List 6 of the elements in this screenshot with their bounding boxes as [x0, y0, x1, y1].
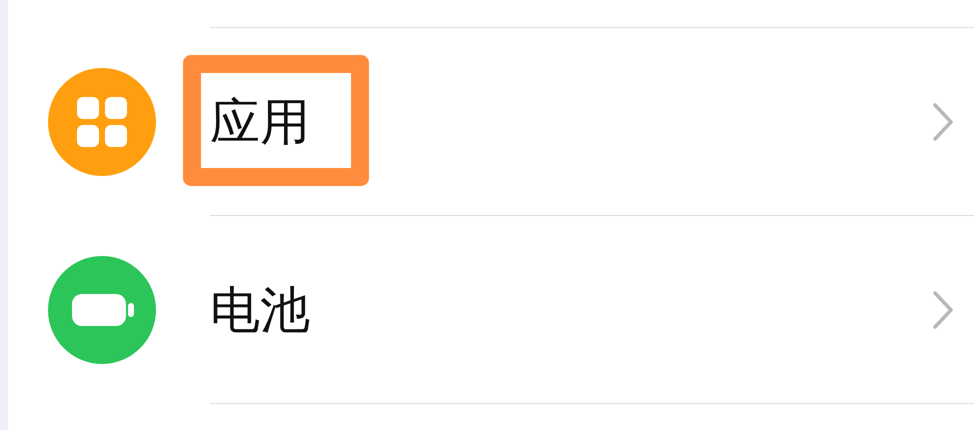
chevron-icon — [932, 102, 954, 142]
settings-label: 电池 — [210, 284, 310, 334]
settings-label: 应用 — [210, 96, 310, 146]
settings-row[interactable]: 应用 — [210, 28, 974, 216]
chevron-icon — [932, 290, 954, 330]
settings-row[interactable]: 电池 — [210, 216, 974, 404]
